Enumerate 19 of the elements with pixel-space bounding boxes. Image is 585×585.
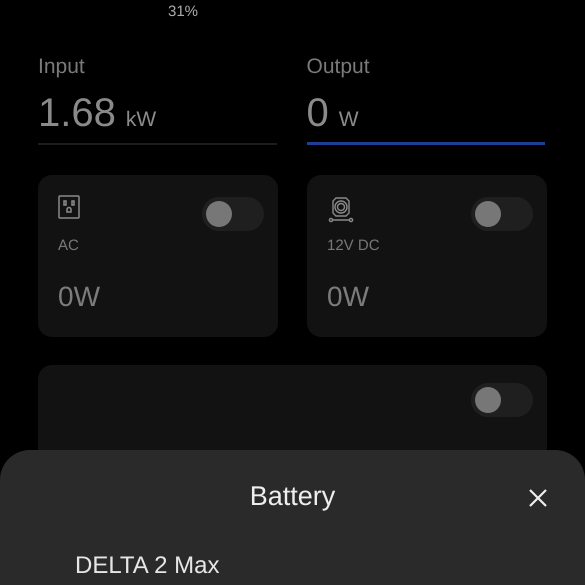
car-port-icon <box>327 195 355 223</box>
toggle-switch[interactable] <box>202 197 264 231</box>
power-value: 0 <box>306 90 329 136</box>
toggle-switch[interactable] <box>471 383 533 417</box>
output-power: 0W <box>58 281 100 313</box>
power-unit: kW <box>126 108 156 132</box>
sheet-title: Battery <box>250 481 336 512</box>
output-power: 0W <box>327 281 369 313</box>
power-unit: W <box>338 108 359 132</box>
power-tab[interactable]: Input 1.68 kW <box>38 44 276 145</box>
close-button[interactable] <box>528 488 548 508</box>
output-label: 12V DC <box>327 237 380 254</box>
output-label: AC <box>58 237 79 254</box>
battery-percent: 31% <box>168 3 198 20</box>
outlet-icon <box>58 195 80 219</box>
power-tab[interactable]: Output 0 W <box>306 44 545 145</box>
power-value: 1.68 <box>38 91 116 136</box>
toggle-switch[interactable] <box>471 197 533 231</box>
device-name: DELTA 2 Max <box>75 552 220 580</box>
